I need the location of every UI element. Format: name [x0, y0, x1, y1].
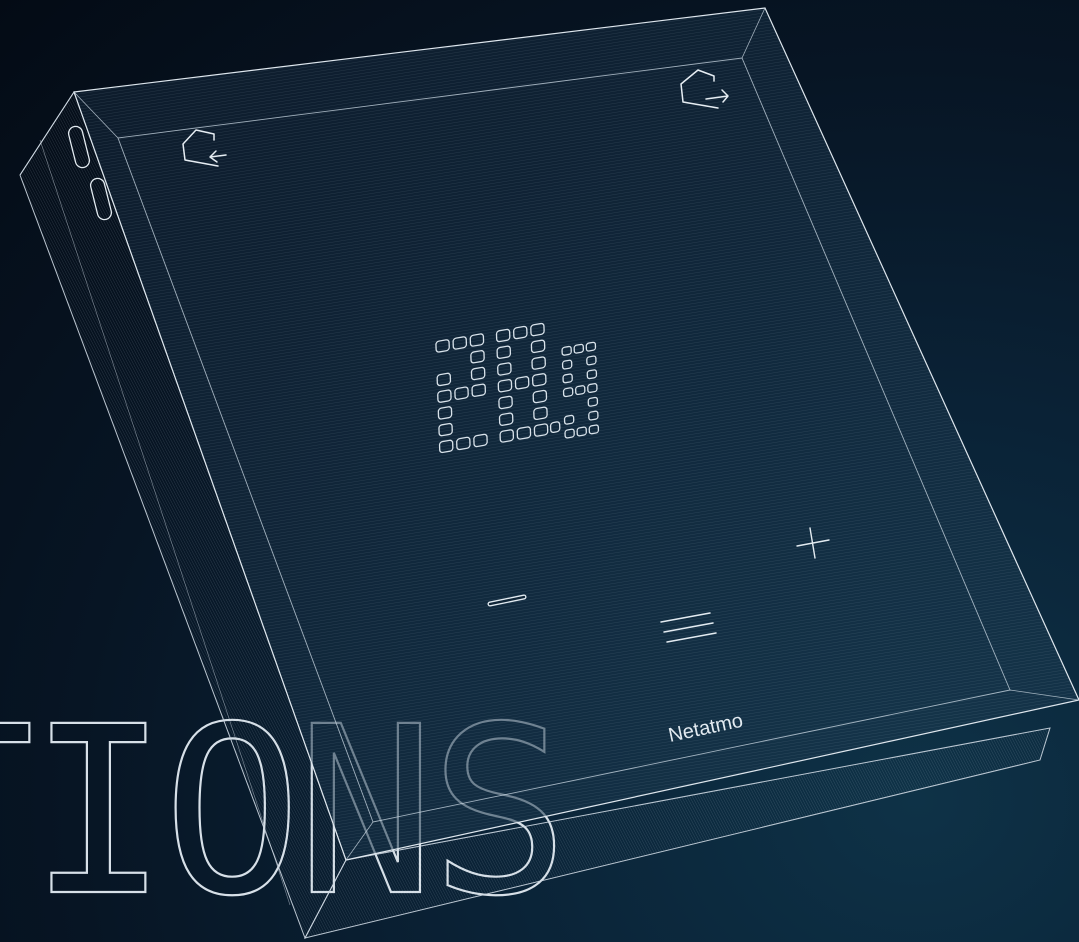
thermostat-illustration: TIONS	[0, 7, 1079, 942]
hero-background: TIONS	[0, 0, 1079, 942]
